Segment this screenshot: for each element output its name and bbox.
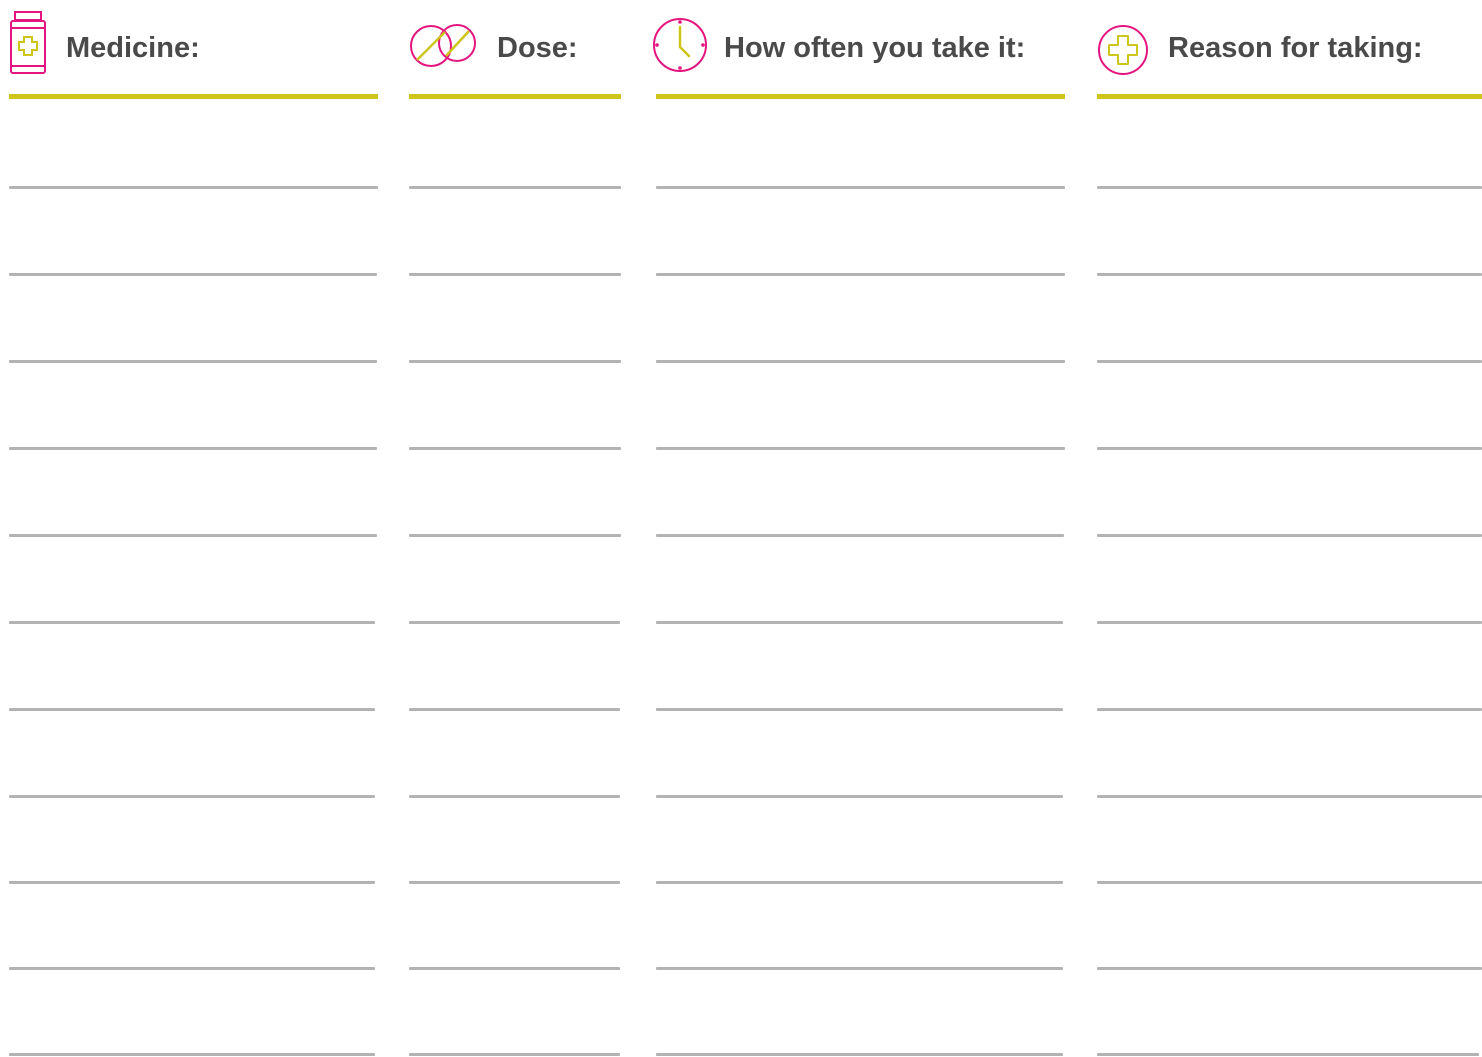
write-line[interactable] <box>656 534 1064 537</box>
write-line[interactable] <box>9 795 375 798</box>
column-reason: Reason for taking: <box>1097 0 1482 1057</box>
write-line[interactable] <box>656 881 1063 884</box>
write-line[interactable] <box>409 967 620 970</box>
write-line[interactable] <box>409 1053 620 1056</box>
write-line[interactable] <box>656 186 1065 189</box>
header-rule <box>1097 94 1482 99</box>
header-rule <box>9 94 378 99</box>
write-line[interactable] <box>409 795 620 798</box>
write-line[interactable] <box>1097 534 1482 537</box>
write-line[interactable] <box>656 447 1065 450</box>
column-header-medicine: Medicine: <box>9 0 378 99</box>
write-line[interactable] <box>409 621 620 624</box>
write-line[interactable] <box>1097 360 1482 363</box>
column-title: Dose: <box>497 32 578 64</box>
column-header-reason: Reason for taking: <box>1097 0 1482 99</box>
write-line[interactable] <box>409 360 621 363</box>
write-line[interactable] <box>9 447 377 450</box>
medicine-bottle-icon <box>9 10 49 79</box>
write-line[interactable] <box>409 273 621 276</box>
clock-icon <box>651 16 709 79</box>
write-line[interactable] <box>1097 273 1482 276</box>
write-line[interactable] <box>1097 1053 1479 1056</box>
write-line[interactable] <box>9 360 377 363</box>
write-line[interactable] <box>656 795 1063 798</box>
column-title: How often you take it: <box>724 32 1026 64</box>
write-line[interactable] <box>409 186 621 189</box>
write-line[interactable] <box>409 447 621 450</box>
header-rule <box>409 94 621 99</box>
write-line[interactable] <box>9 967 375 970</box>
write-line[interactable] <box>9 621 375 624</box>
pills-icon <box>409 22 481 75</box>
write-line[interactable] <box>9 708 375 711</box>
write-line[interactable] <box>1097 186 1482 189</box>
column-frequency: How often you take it: <box>653 0 1065 1057</box>
column-title: Medicine: <box>66 32 200 64</box>
header-rule <box>656 94 1065 99</box>
column-header-frequency: How often you take it: <box>653 0 1065 99</box>
write-line[interactable] <box>656 273 1065 276</box>
column-title: Reason for taking: <box>1168 32 1423 64</box>
write-line[interactable] <box>1097 881 1482 884</box>
write-line[interactable] <box>9 273 377 276</box>
write-line[interactable] <box>9 186 378 189</box>
write-line[interactable] <box>9 534 377 537</box>
write-line[interactable] <box>409 534 621 537</box>
write-line[interactable] <box>656 708 1063 711</box>
write-line[interactable] <box>656 621 1063 624</box>
write-line[interactable] <box>1097 967 1482 970</box>
write-line[interactable] <box>409 708 620 711</box>
write-line[interactable] <box>9 1053 375 1056</box>
column-dose: Dose: <box>409 0 621 1057</box>
write-line[interactable] <box>1097 447 1482 450</box>
column-header-dose: Dose: <box>409 0 621 99</box>
column-medicine: Medicine: <box>9 0 378 1057</box>
write-line[interactable] <box>656 360 1065 363</box>
write-line[interactable] <box>1097 621 1482 624</box>
write-line[interactable] <box>1097 795 1482 798</box>
write-line[interactable] <box>656 967 1063 970</box>
write-line[interactable] <box>1097 708 1482 711</box>
write-line[interactable] <box>409 881 620 884</box>
write-line[interactable] <box>656 1053 1063 1056</box>
medical-cross-icon <box>1097 24 1149 81</box>
write-line[interactable] <box>9 881 375 884</box>
